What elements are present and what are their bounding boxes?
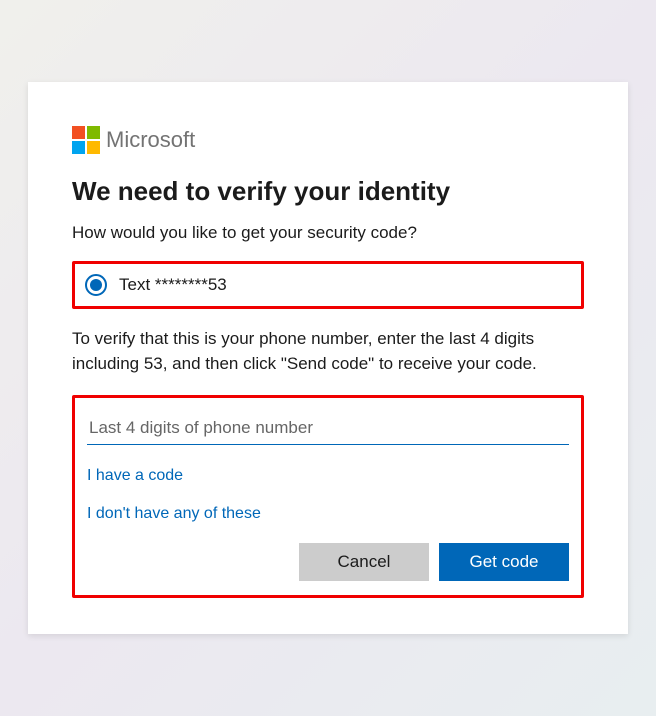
verification-card: Microsoft We need to verify your identit… [28, 82, 628, 633]
radio-option-highlight: Text ********53 [72, 261, 584, 309]
brand-text: Microsoft [106, 127, 195, 153]
radio-selected-icon [85, 274, 107, 296]
page-title: We need to verify your identity [72, 176, 584, 207]
prompt-text: How would you like to get your security … [72, 223, 584, 243]
radio-label: Text ********53 [119, 275, 227, 295]
dont-have-link[interactable]: I don't have any of these [87, 505, 569, 523]
microsoft-logo-icon [72, 126, 100, 154]
have-code-link[interactable]: I have a code [87, 467, 569, 485]
phone-digits-input[interactable] [87, 412, 569, 445]
button-row: Cancel Get code [87, 543, 569, 581]
instruction-text: To verify that this is your phone number… [72, 327, 584, 376]
brand-row: Microsoft [72, 126, 584, 154]
get-code-button[interactable]: Get code [439, 543, 569, 581]
cancel-button[interactable]: Cancel [299, 543, 429, 581]
radio-option-text[interactable]: Text ********53 [85, 274, 571, 296]
form-highlight: I have a code I don't have any of these … [72, 395, 584, 598]
